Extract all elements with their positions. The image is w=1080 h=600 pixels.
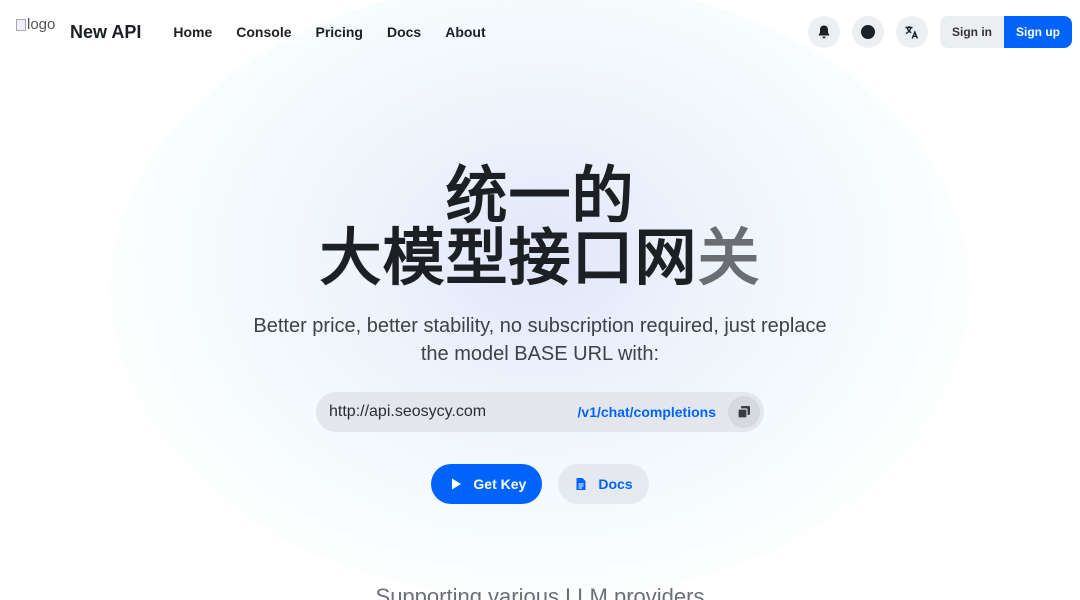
document-icon bbox=[576, 478, 586, 490]
hero-title-line-2: 大模型接口网 bbox=[319, 224, 698, 293]
hero-subtitle: Better price, better stability, no subsc… bbox=[253, 315, 827, 365]
brand-name[interactable]: New API bbox=[70, 22, 141, 43]
copy-icon bbox=[737, 406, 750, 419]
nav-pricing[interactable]: Pricing bbox=[316, 24, 363, 40]
logo-alt-text: logo bbox=[27, 16, 56, 33]
get-key-button[interactable]: Get Key bbox=[431, 464, 543, 504]
hero-title: 统一的 大模型接口网关 bbox=[0, 166, 1080, 290]
page: logo New API Home Console Pricing Docs A… bbox=[0, 0, 1080, 600]
notifications-button[interactable] bbox=[808, 16, 840, 48]
play-icon bbox=[452, 478, 462, 490]
logo[interactable]: logo bbox=[16, 16, 62, 48]
auth-buttons: Sign in Sign up bbox=[940, 16, 1072, 48]
nav-docs[interactable]: Docs bbox=[387, 24, 421, 40]
base-url-bar: http://api.seosycy.com /v1/chat/completi… bbox=[316, 392, 764, 432]
header-actions: Sign in Sign up bbox=[796, 16, 1072, 48]
hero-title-line-1: 统一的 bbox=[445, 162, 635, 231]
nav-home[interactable]: Home bbox=[173, 24, 212, 40]
endpoint-path: /v1/chat/completions bbox=[577, 404, 716, 420]
sign-up-button[interactable]: Sign up bbox=[1004, 16, 1072, 48]
docs-button[interactable]: Docs bbox=[558, 464, 649, 504]
theme-toggle-button[interactable] bbox=[852, 16, 884, 48]
providers-heading: Supporting various LLM providers bbox=[375, 584, 705, 600]
hero-title-line-2-faded: 关 bbox=[697, 224, 761, 293]
language-button[interactable] bbox=[896, 16, 928, 48]
moon-icon bbox=[861, 25, 875, 39]
top-navbar: logo New API Home Console Pricing Docs A… bbox=[0, 0, 1080, 64]
main-nav: Home Console Pricing Docs About bbox=[173, 24, 485, 40]
hero-actions: Get Key Docs bbox=[0, 464, 1080, 504]
get-key-label: Get Key bbox=[473, 476, 527, 492]
background-glow bbox=[110, 0, 970, 600]
bell-icon bbox=[818, 25, 830, 39]
sign-in-button[interactable]: Sign in bbox=[940, 16, 1004, 48]
copy-url-button[interactable] bbox=[728, 396, 760, 428]
broken-image-icon bbox=[16, 19, 26, 31]
translate-icon bbox=[905, 26, 919, 39]
nav-console[interactable]: Console bbox=[236, 24, 291, 40]
nav-about[interactable]: About bbox=[445, 24, 485, 40]
base-url-text[interactable]: http://api.seosycy.com bbox=[329, 403, 486, 421]
docs-label: Docs bbox=[598, 476, 633, 492]
